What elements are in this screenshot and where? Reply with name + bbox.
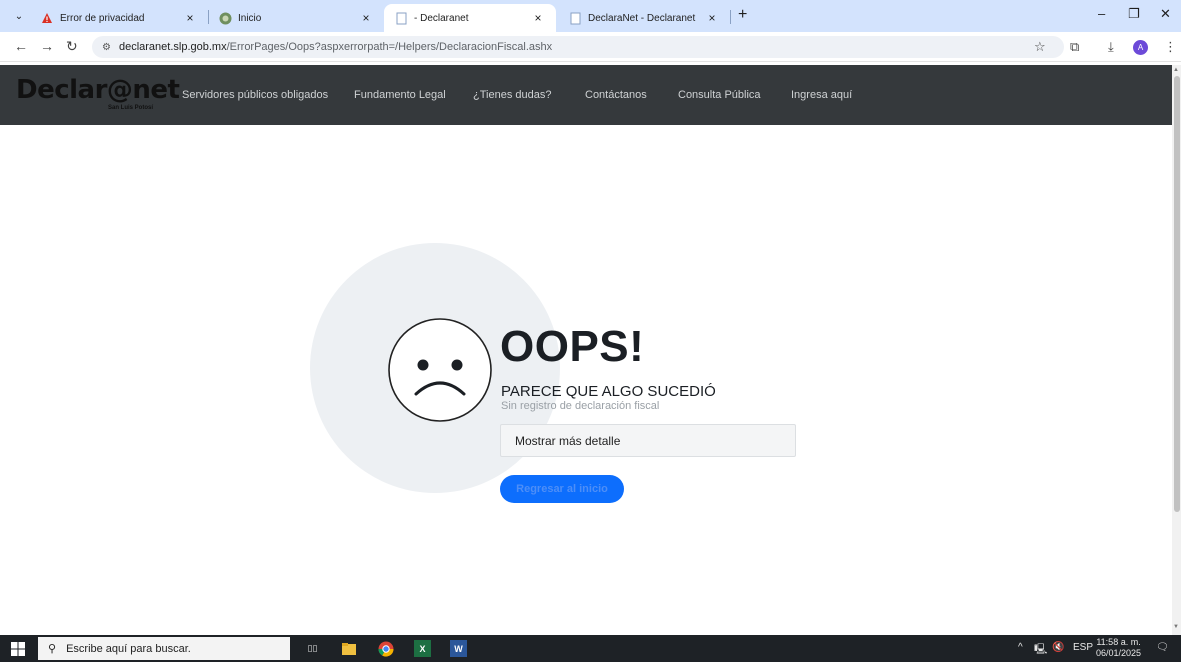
close-window-icon[interactable]: ✕ [1160,6,1171,22]
tab-title: Inicio [238,12,262,24]
tab-declaranet-active[interactable]: - Declaranet × [384,4,556,32]
tab-close-icon[interactable]: × [182,11,198,25]
warning-icon [40,11,54,25]
site-seal-icon [218,11,232,25]
error-subtitle: PARECE QUE ALGO SUCEDIÓ [501,383,716,400]
tab-separator [730,10,731,24]
nav-tienes-dudas[interactable]: ¿Tienes dudas? [473,89,551,101]
task-view-icon[interactable]: ▯▯ [304,640,321,657]
sad-face-icon [387,317,493,423]
nav-fundamento-legal[interactable]: Fundamento Legal [354,89,446,101]
browser-toolbar: ← → ↻ ⚙ declaranet.slp.gob.mx/ErrorPages… [0,32,1181,62]
scroll-down-arrow-icon[interactable]: ▼ [1173,624,1179,630]
page-icon [394,11,408,25]
notifications-icon[interactable]: 🗨 [1156,642,1169,653]
taskbar-search-input[interactable]: ⚲ Escribe aquí para buscar. [38,637,290,660]
network-icon[interactable]: 🖳 [1034,642,1047,659]
tab-close-icon[interactable]: × [704,11,720,25]
tab-close-icon[interactable]: × [358,11,374,25]
back-arrow-icon[interactable]: ← [14,38,28,54]
tab-inicio[interactable]: Inicio × [208,4,384,32]
new-tab-button[interactable]: + [738,6,747,24]
search-icon: ⚲ [48,643,57,655]
site-logo[interactable]: Declar@net [16,75,180,105]
download-icon[interactable]: ⤓ [1108,39,1114,55]
windows-start-icon[interactable] [10,641,26,657]
clock-date: 06/01/2025 [1096,648,1142,658]
excel-icon[interactable]: X [414,640,431,657]
tab-declaranet-2[interactable]: DeclaraNet - Declaranet × [558,4,730,32]
error-heading: OOPS! [500,322,645,371]
address-path: /ErrorPages/Oops?aspxerrorpath=/Helpers/… [226,41,553,53]
page-icon [568,11,582,25]
tab-close-icon[interactable]: × [530,11,546,25]
nav-consulta-publica[interactable]: Consulta Pública [678,89,761,101]
site-logo-subtitle: San Luis Potosí [108,105,154,111]
reload-icon[interactable]: ↻ [66,38,78,55]
site-navbar: Declar@net San Luis Potosí Servidores pú… [0,65,1172,125]
file-explorer-icon[interactable] [340,640,357,657]
tab-title: DeclaraNet - Declaranet [588,12,696,24]
tab-search-chevron-icon[interactable]: ⌄ [8,6,30,26]
minimize-icon[interactable]: – [1098,6,1105,21]
scrollbar-thumb[interactable] [1174,76,1180,512]
tab-title: - Declaranet [414,12,469,24]
windows-taskbar: ⚲ Escribe aquí para buscar. ▯▯ X W ^ 🖳 🔇… [0,635,1181,662]
tray-chevron-up-icon[interactable]: ^ [1018,642,1023,653]
taskbar-clock[interactable]: 11:58 a. m. 06/01/2025 [1096,637,1141,659]
word-icon[interactable]: W [450,640,467,657]
restore-icon[interactable]: ❐ [1128,6,1140,22]
show-more-detail-button[interactable]: Mostrar más detalle [500,424,796,457]
scroll-up-arrow-icon[interactable]: ▲ [1173,67,1179,73]
nav-ingresa-aqui[interactable]: Ingresa aquí [791,89,852,101]
tab-error-privacidad[interactable]: Error de privacidad × [30,4,208,32]
bookmark-star-icon[interactable]: ☆ [1034,39,1046,55]
address-host: declaranet.slp.gob.mx [118,41,227,53]
clock-time: 11:58 a. m. [1096,637,1141,647]
extensions-icon[interactable]: ⧉ [1070,39,1079,55]
volume-muted-icon[interactable]: 🔇 [1052,642,1064,653]
forward-arrow-icon[interactable]: → [40,38,54,54]
taskbar-search-placeholder: Escribe aquí para buscar. [66,642,191,655]
nav-contactanos[interactable]: Contáctanos [585,89,647,101]
error-detail: Sin registro de declaración fiscal [501,400,660,412]
language-indicator[interactable]: ESP [1073,642,1093,653]
tab-title: Error de privacidad [60,12,145,24]
chrome-icon[interactable] [377,640,394,657]
nav-servidores-publicos[interactable]: Servidores públicos obligados [182,89,328,101]
profile-avatar[interactable]: A [1133,40,1148,55]
back-to-home-button[interactable]: Regresar al inicio [500,475,624,503]
menu-kebab-icon[interactable]: ⋮ [1164,39,1177,55]
browser-tab-strip: ⌄ Error de privacidad × Inicio × - Decla… [0,0,1181,32]
site-settings-icon[interactable]: ⚙ [102,42,111,53]
address-bar[interactable]: ⚙ declaranet.slp.gob.mx/ErrorPages/Oops?… [92,36,1064,58]
